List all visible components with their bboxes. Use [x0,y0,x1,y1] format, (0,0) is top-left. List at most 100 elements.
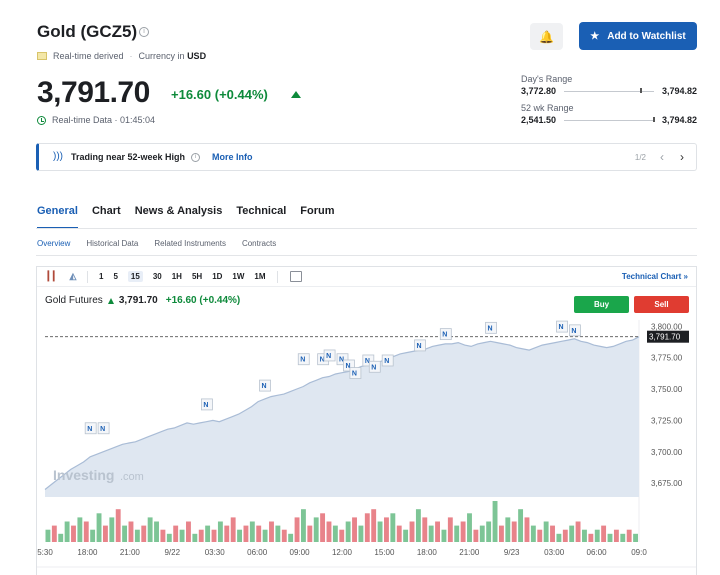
volume-bar [90,529,96,542]
volume-bar [505,517,511,542]
volume-bar [550,525,555,542]
day-range-label: Day's Range [521,74,573,84]
volume-bar [281,529,287,542]
volume-bar [594,529,600,542]
volume-bar [45,529,51,542]
volume-bar [473,529,479,542]
volume-bar [160,529,166,542]
week52-range-marker [653,116,656,122]
volume-bar [134,529,140,542]
week52-range-bar [564,116,656,122]
volume-bar [300,509,306,542]
x-tick-label: 21:00 [120,548,141,557]
tab-general[interactable]: General [37,205,78,229]
news-marker-label: N [352,371,357,378]
signal-icon: ))) [53,151,63,162]
volume-bar [58,533,64,542]
volume-bar [556,533,562,542]
x-tick-label: 06:00 [247,548,268,557]
volume-bar [467,513,472,542]
volume-bar [562,529,568,542]
week52-range-high: 3,794.82 [661,115,697,125]
volume-bar [173,525,179,542]
clock-icon [37,115,46,125]
price-change: +16.60 (+0.44%) [171,87,268,102]
volume-bar [422,517,428,542]
y-tick-label: 3,800.00 [651,322,683,331]
volume-bar [320,513,326,542]
y-tick-label: 3,675.00 [651,479,683,488]
price-chart[interactable]: 3,791.70 3,800.00 3,775.00 3,750.00 3,725.00… [37,267,696,575]
tab-news-analysis[interactable]: News & Analysis [135,205,223,229]
news-marker-label: N [87,426,92,433]
volume-bar [179,529,185,542]
news-marker-label: N [442,332,447,339]
volume-bar [511,521,517,542]
volume-bar [633,533,638,542]
news-marker-label: N [559,324,564,331]
x-tick-label: 09:00 [290,548,311,557]
subtab-overview[interactable]: Overview [37,239,70,248]
volume-bar [396,525,402,542]
volume-bar [409,521,415,542]
volume-bar [543,521,549,542]
currency-value: USD [187,51,207,61]
info-icon[interactable]: i [139,27,149,37]
volume-bar [326,521,332,542]
volume-bar [109,517,115,542]
volume-bar [211,529,217,542]
volume-bar [166,533,172,542]
volume-bar [454,525,460,542]
volume-bar [435,521,440,542]
volume-bar [415,509,421,542]
chevron-right-icon[interactable]: › [680,150,684,164]
x-tick-label: 5:30 [37,548,53,557]
subtabs-divider [36,255,697,256]
volume-bar [256,525,262,542]
volume-bar [83,521,89,542]
subtab-historical-data[interactable]: Historical Data [86,239,138,248]
volume-bar [524,517,530,542]
volume-bar [537,529,543,542]
volume-bar [141,525,147,542]
y-tick-label: 3,775.00 [651,354,683,363]
chevron-left-icon[interactable]: ‹ [660,150,664,164]
x-tick-label: 09:0 [631,548,647,557]
volume-bar [575,521,581,542]
news-marker-label: N [416,343,421,350]
volume-bar [122,525,128,542]
volume-bar [237,529,242,542]
volume-bar [115,509,121,542]
volume-bar [154,521,159,542]
news-marker-label: N [384,358,389,365]
subtab-contracts[interactable]: Contracts [242,239,276,248]
x-tick-label: 15:00 [374,548,395,557]
volume-bar [294,517,300,542]
x-tick-label: 9/22 [164,548,180,557]
news-marker-label: N [300,357,305,364]
y-tick-label: 3,725.00 [651,416,683,425]
page-title: Gold (GCZ5) [37,22,138,41]
tab-forum[interactable]: Forum [300,205,334,229]
more-info-link[interactable]: More Info [212,152,253,162]
subtab-related-instruments[interactable]: Related Instruments [154,239,226,248]
volume-bar [530,525,536,542]
volume-bar [192,533,198,542]
volume-bar [262,529,268,542]
x-tick-label: 06:00 [587,548,608,557]
volume-bar [217,521,223,542]
volume-bar [147,517,153,542]
volume-bar [492,501,498,542]
tab-technical[interactable]: Technical [236,205,286,229]
add-to-watchlist-button[interactable]: ★ Add to Watchlist [579,22,697,50]
alert-bell-button[interactable]: 🔔 [530,23,563,50]
bell-icon: 🔔 [539,29,554,44]
alert-pager: 1/2 [634,152,646,162]
volume-bar [128,521,134,542]
volume-bar [447,517,453,542]
info-icon[interactable]: i [191,152,201,162]
tab-chart[interactable]: Chart [92,205,121,229]
volume-bar [588,533,594,542]
volume-bar [249,521,255,542]
volume-bar [384,517,389,542]
